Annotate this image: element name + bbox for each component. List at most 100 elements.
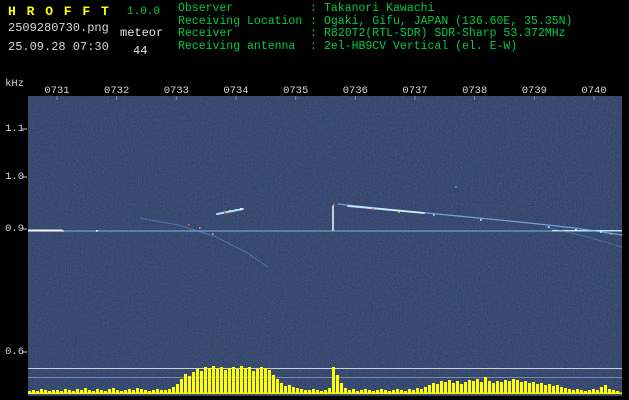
signal-strength-bar — [284, 386, 287, 393]
signal-strength-bar — [352, 389, 355, 393]
signal-strength-bar — [440, 381, 443, 393]
signal-strength-bar — [156, 389, 159, 393]
signal-strength-bar — [516, 380, 519, 393]
signal-strength-bar — [436, 384, 439, 393]
signal-strength-bar — [160, 390, 163, 393]
signal-strength-bar — [596, 390, 599, 393]
signal-strength-bar — [224, 370, 227, 393]
signal-strength-bar — [232, 367, 235, 393]
signal-strength-bar — [264, 368, 267, 393]
signal-strength-bar — [332, 367, 335, 393]
signal-strength-bar — [308, 390, 311, 393]
signal-strength-bar — [32, 390, 35, 393]
signal-strength-bar — [428, 385, 431, 393]
signal-strength-bar — [272, 375, 275, 393]
signal-strength-bar — [124, 390, 127, 393]
signal-strength-bar — [448, 380, 451, 393]
signal-strength-bar — [584, 391, 587, 393]
signal-strength-bar — [128, 389, 131, 393]
signal-strength-bar — [612, 390, 615, 393]
signal-strength-bar — [168, 389, 171, 393]
signal-strength-bar — [564, 388, 567, 393]
signal-strength-bar — [456, 381, 459, 393]
timestamp: 25.09.28 07:30 — [8, 40, 109, 54]
info-value: R820T2(RTL-SDR) SDR-Sharp 53.372MHz — [324, 28, 566, 41]
meteor-count: 44 — [133, 44, 147, 58]
signal-strength-bar — [580, 390, 583, 393]
signal-strength-bar — [148, 391, 151, 393]
signal-strength-bar — [532, 382, 535, 393]
signal-strength-bar — [92, 391, 95, 393]
signal-strength-bar — [380, 389, 383, 393]
signal-strength-bar — [424, 387, 427, 393]
signal-strength-bar — [492, 383, 495, 393]
bright-pixel — [224, 212, 226, 214]
signal-strength-bar — [52, 390, 55, 393]
signal-strength-bar — [416, 388, 419, 393]
hrofft-output: 0731073207330734073507360737073807390740… — [0, 0, 629, 400]
bright-pixel — [575, 229, 577, 231]
info-label: Observer — [178, 3, 310, 16]
signal-strength-bar — [64, 389, 67, 393]
signal-strength-bar — [488, 381, 491, 393]
signal-strength-bar — [608, 389, 611, 393]
signal-strength-bar — [396, 389, 399, 393]
signal-strength-bar — [180, 379, 183, 393]
signal-strength-bar — [600, 387, 603, 393]
signal-strength-bar — [292, 387, 295, 393]
bright-pixel — [199, 227, 201, 229]
signal-strength-bar — [392, 390, 395, 393]
x-axis-label: 0735 — [278, 85, 314, 97]
signal-strength-bar — [552, 386, 555, 393]
info-value: Takanori Kawachi — [324, 3, 434, 16]
carrier-line — [28, 231, 622, 232]
signal-strength-bar — [208, 368, 211, 393]
signal-strength-bar — [356, 391, 359, 393]
signal-strength-bar — [44, 390, 47, 393]
signal-strength-bar — [364, 389, 367, 393]
signal-strength-bar — [476, 379, 479, 393]
signal-strength-bar — [548, 384, 551, 393]
signal-strength-bar — [164, 390, 167, 393]
signal-strength-bar — [344, 388, 347, 393]
signal-strength-bar — [204, 367, 207, 393]
x-axis-label: 0740 — [576, 85, 612, 97]
info-row-antenna: Receiving antenna:2el-HB9CV Vertical (el… — [178, 41, 572, 54]
x-axis-label: 0738 — [457, 85, 493, 97]
signal-strength-bar — [136, 388, 139, 393]
app-version: 1.0.0 — [127, 6, 160, 18]
output-filename: 2509280730.png — [8, 21, 109, 35]
signal-strength-bar — [452, 383, 455, 393]
signal-strength-bar — [256, 369, 259, 393]
signal-strength-bar — [244, 368, 247, 393]
signal-strength-bar — [520, 382, 523, 393]
signal-strength-bar — [96, 389, 99, 393]
signal-strength-bar — [300, 389, 303, 393]
y-axis-label: 0.9 — [0, 223, 24, 235]
signal-strength-bar — [504, 380, 507, 393]
info-row-observer: Observer:Takanori Kawachi — [178, 3, 572, 16]
signal-strength-bar — [40, 389, 43, 393]
noise-dots-layer — [28, 96, 622, 396]
signal-strength-bar — [360, 390, 363, 393]
y-axis-label: 1.1 — [0, 123, 24, 135]
bright-pixel — [188, 224, 190, 226]
signal-strength-bar — [176, 384, 179, 393]
signal-strength-bar — [540, 383, 543, 393]
bright-pixel — [62, 230, 64, 232]
signal-strength-bar — [188, 376, 191, 393]
signal-strength-bar — [88, 390, 91, 393]
signal-strength-bar — [324, 390, 327, 393]
info-value: 2el-HB9CV Vertical (el. E-W) — [324, 41, 517, 54]
x-axis-label: 0734 — [218, 85, 254, 97]
signal-strength-bar — [480, 382, 483, 393]
signal-strength-bar — [460, 384, 463, 393]
bright-pixel — [333, 204, 335, 206]
bright-pixel — [235, 209, 237, 211]
signal-strength-bar — [288, 385, 291, 393]
signal-strength-bar — [144, 390, 147, 393]
signal-strength-bar — [184, 374, 187, 393]
signal-strength-bar — [384, 390, 387, 393]
signal-strength-bar — [108, 389, 111, 393]
y-axis-label: kHz — [0, 78, 24, 90]
